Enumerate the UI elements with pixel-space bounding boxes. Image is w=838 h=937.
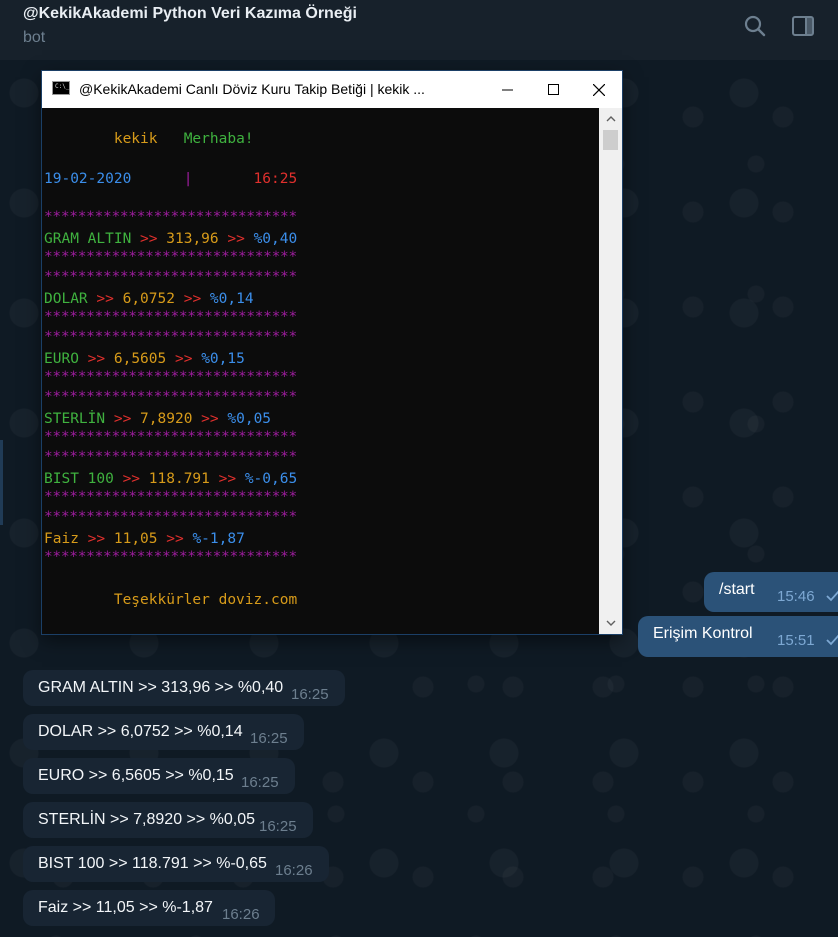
console-row-bist100: BIST 100 >> 118.791 >> %-0,65 bbox=[44, 471, 298, 487]
window-titlebar[interactable]: C:\_ @KekikAkademi Canlı Döviz Kuru Taki… bbox=[42, 71, 622, 108]
message-text: DOLAR >> 6,0752 >> %0,14 bbox=[38, 723, 243, 740]
console-row-euro: EURO >> 6,5605 >> %0,15 bbox=[44, 351, 245, 367]
message-text: GRAM ALTIN >> 313,96 >> %0,40 bbox=[38, 679, 284, 696]
message-incoming[interactable]: EURO >> 6,5605 >> %0,15 16:25 bbox=[23, 758, 295, 794]
message-text: Erişim Kontrol bbox=[653, 625, 753, 642]
chat-title[interactable]: @KekikAkademi Python Veri Kazıma Örneği bbox=[23, 5, 357, 23]
message-text: EURO >> 6,5605 >> %0,15 bbox=[38, 767, 234, 784]
message-time: 16:26 bbox=[222, 906, 260, 923]
message-text: BIST 100 >> 118.791 >> %-0,65 bbox=[38, 855, 267, 872]
message-time: 16:25 bbox=[250, 730, 288, 747]
message-incoming[interactable]: DOLAR >> 6,0752 >> %0,14 16:25 bbox=[23, 714, 304, 750]
console-row-gram-altin: GRAM ALTIN >> 313,96 >> %0,40 bbox=[44, 231, 298, 247]
message-time: 15:46 bbox=[777, 588, 815, 605]
window-title: @KekikAkademi Canlı Döviz Kuru Takip Bet… bbox=[79, 81, 425, 97]
message-incoming[interactable]: GRAM ALTIN >> 313,96 >> %0,40 16:25 bbox=[23, 670, 345, 706]
message-text: /start bbox=[719, 581, 755, 598]
message-outgoing[interactable]: Erişim Kontrol 15:51 bbox=[638, 616, 838, 657]
console-row-faiz: Faiz >> 11,05 >> %-1,87 bbox=[44, 531, 245, 547]
read-check-icon bbox=[826, 590, 838, 602]
maximize-button[interactable] bbox=[530, 71, 576, 108]
message-time: 15:51 bbox=[777, 632, 815, 649]
console-row-dolar: DOLAR >> 6,0752 >> %0,14 bbox=[44, 291, 254, 307]
console-date-line: 19-02-2020 | 16:25 bbox=[44, 171, 298, 187]
message-time: 16:26 bbox=[275, 862, 313, 879]
console-stars: ****************************** bbox=[44, 389, 297, 405]
console-stars: ****************************** bbox=[44, 269, 297, 285]
console-stars: ****************************** bbox=[44, 549, 297, 565]
console-stars: ****************************** bbox=[44, 329, 297, 345]
maximize-icon bbox=[547, 84, 559, 95]
message-outgoing[interactable]: /start 15:46 bbox=[704, 572, 838, 612]
console-thanks-line: Teşekkürler doviz.com bbox=[113, 592, 298, 608]
console-stars: ****************************** bbox=[44, 209, 297, 225]
scroll-up-arrow-icon[interactable] bbox=[599, 110, 622, 128]
read-check-icon bbox=[826, 634, 838, 646]
console-stars: ****************************** bbox=[44, 489, 297, 505]
minimize-button[interactable] bbox=[484, 71, 530, 108]
chat-subtitle: bot bbox=[23, 29, 46, 46]
console-stars: ****************************** bbox=[44, 429, 297, 445]
console-row-sterlin: STERLİN >> 7,8920 >> %0,05 bbox=[44, 411, 272, 427]
minimize-icon bbox=[501, 89, 513, 91]
message-incoming[interactable]: STERLİN >> 7,8920 >> %0,05 16:25 bbox=[23, 802, 313, 838]
console-output[interactable]: kekik Merhaba! 19-02-2020 | 16:25 ******… bbox=[42, 108, 599, 634]
left-accent-bar bbox=[0, 440, 3, 525]
console-stars: ****************************** bbox=[44, 249, 297, 265]
search-icon[interactable] bbox=[743, 14, 767, 38]
console-scrollbar[interactable] bbox=[599, 108, 622, 634]
close-button[interactable] bbox=[576, 71, 622, 108]
console-greeting-line: kekik Merhaba! bbox=[113, 131, 254, 147]
message-time: 16:25 bbox=[241, 774, 279, 791]
scroll-down-arrow-icon[interactable] bbox=[599, 614, 622, 632]
console-stars: ****************************** bbox=[44, 369, 297, 385]
console-stars: ****************************** bbox=[44, 449, 297, 465]
message-text: Faiz >> 11,05 >> %-1,87 bbox=[38, 899, 213, 916]
console-app-icon: C:\_ bbox=[52, 81, 70, 95]
close-icon bbox=[593, 83, 605, 96]
sidebar-toggle-icon[interactable] bbox=[791, 14, 815, 38]
console-stars: ****************************** bbox=[44, 309, 297, 325]
message-time: 16:25 bbox=[259, 818, 297, 835]
console-window[interactable]: C:\_ @KekikAkademi Canlı Döviz Kuru Taki… bbox=[42, 71, 622, 634]
console-stars: ****************************** bbox=[44, 509, 297, 525]
message-incoming[interactable]: BIST 100 >> 118.791 >> %-0,65 16:26 bbox=[23, 846, 329, 882]
message-text: STERLİN >> 7,8920 >> %0,05 bbox=[38, 811, 256, 828]
message-incoming[interactable]: Faiz >> 11,05 >> %-1,87 16:26 bbox=[23, 890, 275, 926]
scrollbar-thumb[interactable] bbox=[603, 130, 618, 150]
chat-header: @KekikAkademi Python Veri Kazıma Örneği … bbox=[0, 0, 838, 60]
message-time: 16:25 bbox=[291, 686, 329, 703]
